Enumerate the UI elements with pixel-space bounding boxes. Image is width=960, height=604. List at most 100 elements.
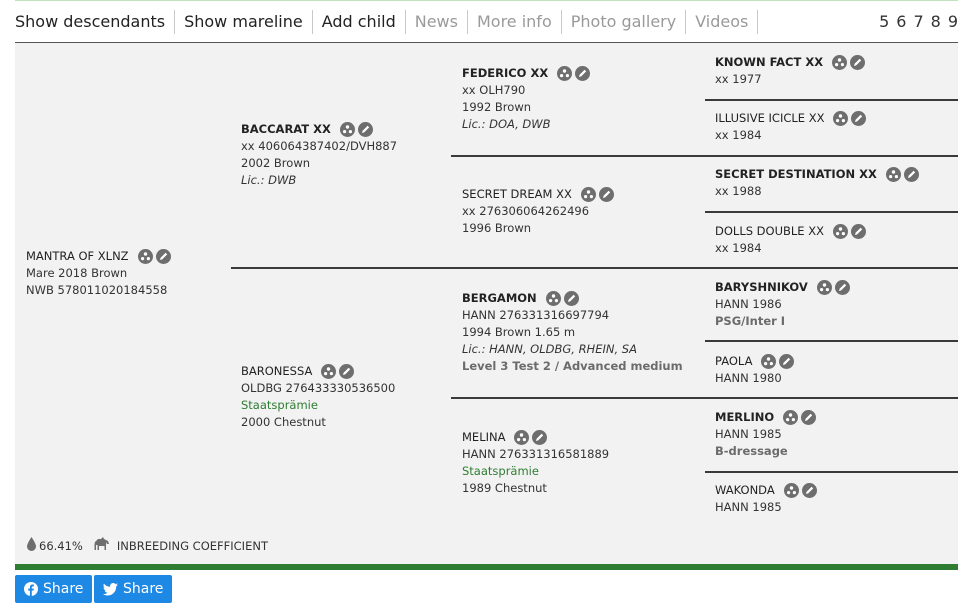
dam-info: 2000 Chestnut — [241, 415, 326, 429]
sire-licence: Lic.: DWB — [241, 173, 297, 187]
inbreeding-value: 66.41% — [39, 538, 83, 553]
generation-7-link[interactable]: 7 — [913, 12, 923, 31]
dam-dam-entry: MELINA HANN 276331316581889 Staatsprämie… — [462, 429, 609, 497]
pencil-icon[interactable] — [801, 410, 817, 425]
people-icon[interactable] — [816, 280, 832, 295]
pencil-icon[interactable] — [563, 291, 579, 306]
ancestor-info: xx 1977 — [715, 72, 762, 86]
people-icon[interactable] — [885, 167, 901, 182]
ancestor-name-link[interactable]: DOLLS DOUBLE XX — [715, 223, 824, 240]
people-icon[interactable] — [137, 249, 153, 264]
sire-dam-info: 1996 Brown — [462, 221, 532, 235]
sire-sire-entry: FEDERICO XX xx OLH790 1992 Brown Lic.: D… — [462, 65, 591, 133]
pencil-icon[interactable] — [850, 55, 866, 70]
generation-6-link[interactable]: 6 — [896, 12, 906, 31]
ancestor-name-link[interactable]: MERLINO — [715, 409, 774, 426]
news-link[interactable]: News — [406, 9, 468, 34]
ancestor-name-link[interactable]: ILLUSIVE ICICLE XX — [715, 110, 824, 127]
dam-sire-info: 1994 Brown 1.65 m — [462, 325, 576, 339]
sire-info: 2002 Brown — [241, 156, 311, 170]
ancestor-performance: PSG/Inter I — [715, 314, 786, 328]
inbreeding-coefficient: 66.41% INBREEDING COEFFICIENT — [26, 536, 268, 555]
show-descendants-link[interactable]: Show descendants — [15, 9, 176, 34]
horse-name-link[interactable]: MANTRA OF XLNZ — [26, 248, 129, 265]
add-child-link[interactable]: Add child — [313, 9, 406, 34]
dam-dam-id: HANN 276331316581889 — [462, 447, 610, 461]
pencil-icon[interactable] — [155, 249, 171, 264]
ancestor-entry: MERLINO HANN 1985 B-dressage — [715, 409, 817, 460]
photo-gallery-link[interactable]: Photo gallery — [562, 9, 687, 34]
pencil-icon[interactable] — [339, 364, 355, 379]
pencil-icon[interactable] — [532, 430, 548, 445]
facebook-share-button[interactable]: Share — [15, 575, 93, 603]
dam-award: Staatsprämie — [241, 398, 318, 412]
divider-gen3-7 — [705, 471, 958, 473]
generation-9-link[interactable]: 9 — [948, 12, 958, 31]
ancestor-name-link[interactable]: BARYSHNIKOV — [715, 279, 808, 296]
dam-name-link[interactable]: BARONESSA — [241, 363, 312, 380]
sire-sire-name-link[interactable]: FEDERICO XX — [462, 65, 548, 82]
ancestor-name-link[interactable]: SECRET DESTINATION XX — [715, 166, 877, 183]
more-info-link[interactable]: More info — [468, 9, 562, 34]
dam-dam-name-link[interactable]: MELINA — [462, 429, 505, 446]
sire-dam-entry: SECRET DREAM XX xx 276306064262496 1996 … — [462, 186, 614, 237]
divider-gen2-dam — [451, 397, 958, 399]
sire-sire-licence: Lic.: DOA, DWB — [462, 117, 551, 131]
pencil-icon[interactable] — [598, 187, 614, 202]
people-icon[interactable] — [545, 291, 561, 306]
divider-gen1 — [231, 267, 958, 269]
dam-dam-info: 1989 Chestnut — [462, 481, 547, 495]
ancestor-info: xx 1984 — [715, 128, 762, 142]
pencil-icon[interactable] — [801, 483, 817, 498]
people-icon[interactable] — [580, 187, 596, 202]
sire-dam-name-link[interactable]: SECRET DREAM XX — [462, 186, 572, 203]
people-icon[interactable] — [783, 483, 799, 498]
ancestor-info: HANN 1980 — [715, 371, 782, 385]
sire-dam-id: xx 276306064262496 — [462, 204, 590, 218]
pencil-icon[interactable] — [903, 167, 919, 182]
sire-id: xx 406064387402/DVH887 — [241, 139, 398, 153]
dam-sire-performance: Level 3 Test 2 / Advanced medium — [462, 359, 683, 373]
ancestor-info: xx 1984 — [715, 241, 762, 255]
people-icon[interactable] — [557, 66, 573, 81]
generation-8-link[interactable]: 8 — [931, 12, 941, 31]
footer-accent-bar — [15, 564, 958, 570]
sire-entry: BACCARAT XX xx 406064387402/DVH887 2002 … — [241, 121, 397, 189]
facebook-icon — [24, 582, 38, 596]
ancestor-name-link[interactable]: WAKONDA — [715, 482, 775, 499]
horse-icon — [93, 536, 111, 555]
ancestor-name-link[interactable]: KNOWN FACT XX — [715, 54, 823, 71]
twitter-share-button[interactable]: Share — [94, 575, 173, 603]
dam-sire-name-link[interactable]: BERGAMON — [462, 290, 537, 307]
ancestor-performance: B-dressage — [715, 444, 788, 458]
dam-entry: BARONESSA OLDBG 276433330536500 Staatspr… — [241, 363, 395, 431]
pencil-icon[interactable] — [357, 122, 373, 137]
twitter-share-label: Share — [123, 581, 164, 597]
subject-horse: MANTRA OF XLNZ Mare 2018 Brown NWB 57801… — [26, 248, 171, 299]
pencil-icon[interactable] — [575, 66, 591, 81]
people-icon[interactable] — [761, 354, 777, 369]
pencil-icon[interactable] — [834, 280, 850, 295]
ancestor-info: HANN 1985 — [715, 500, 782, 514]
pencil-icon[interactable] — [851, 111, 867, 126]
horse-registration: NWB 578011020184558 — [26, 283, 168, 297]
people-icon[interactable] — [833, 111, 849, 126]
people-icon[interactable] — [321, 364, 337, 379]
people-icon[interactable] — [832, 55, 848, 70]
videos-link[interactable]: Videos — [686, 9, 759, 34]
divider-gen3-5 — [705, 340, 958, 342]
ancestor-name-link[interactable]: PAOLA — [715, 353, 752, 370]
pencil-icon[interactable] — [850, 224, 866, 239]
sire-name-link[interactable]: BACCARAT XX — [241, 121, 331, 138]
ancestor-info: HANN 1986 — [715, 297, 782, 311]
ancestor-entry: ILLUSIVE ICICLE XX xx 1984 — [715, 110, 867, 144]
generation-5-link[interactable]: 5 — [879, 12, 889, 31]
inbreeding-label: INBREEDING COEFFICIENT — [116, 538, 268, 553]
show-mareline-link[interactable]: Show mareline — [175, 9, 313, 34]
ancestor-info: HANN 1985 — [715, 427, 782, 441]
pencil-icon[interactable] — [779, 354, 795, 369]
people-icon[interactable] — [339, 122, 355, 137]
people-icon[interactable] — [514, 430, 530, 445]
people-icon[interactable] — [783, 410, 799, 425]
people-icon[interactable] — [832, 224, 848, 239]
